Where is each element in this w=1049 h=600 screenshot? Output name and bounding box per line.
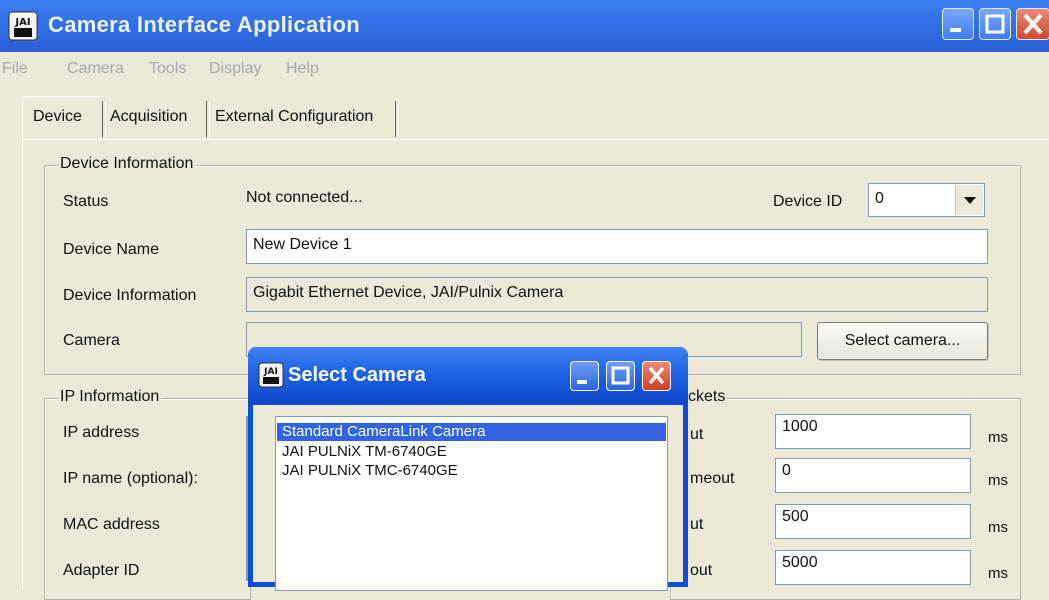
packet-timeout-unit: ms (988, 429, 1008, 446)
timeout-label: meout (690, 470, 735, 487)
command-timeout-unit: ms (988, 565, 1008, 582)
select-camera-dialog-title: Select Camera (288, 364, 426, 386)
menu-file[interactable]: File (2, 60, 28, 78)
heartbeat-timeout-field[interactable]: 500 (775, 504, 971, 539)
command-timeout-label: out (690, 562, 713, 579)
ip-name-label: IP name (optional): (63, 470, 198, 487)
mac-address-label: MAC address (63, 516, 160, 533)
adapter-id-label: Adapter ID (63, 562, 140, 579)
maximize-icon (985, 14, 1005, 34)
dialog-minimize-button[interactable] (570, 361, 599, 391)
window-title: Camera Interface Application (48, 12, 361, 37)
tab-divider (206, 101, 210, 137)
command-timeout-field[interactable]: 5000 (775, 550, 971, 585)
status-label: Status (63, 193, 109, 210)
packet-timeout-field[interactable]: 1000 (775, 414, 971, 449)
app-icon: JAI (258, 362, 284, 388)
menu-display[interactable]: Display (209, 60, 261, 78)
dialog-close-button[interactable] (642, 361, 671, 391)
device-id-dropdown-button[interactable] (955, 185, 983, 215)
close-icon (648, 366, 665, 385)
timeout-field[interactable]: 0 (775, 458, 971, 493)
tab-divider (395, 101, 399, 137)
tab-external-configuration[interactable]: External Configuration (215, 108, 373, 126)
dialog-maximize-button[interactable] (606, 361, 635, 391)
camera-label: Camera (63, 332, 120, 349)
select-camera-button[interactable]: Select camera... (817, 322, 988, 360)
heartbeat-timeout-unit: ms (988, 519, 1008, 536)
maximize-icon (611, 366, 630, 385)
svg-text:JAI: JAI (263, 367, 278, 377)
tab-device-edge (22, 96, 23, 139)
menu-camera[interactable]: Camera (67, 60, 124, 78)
svg-text:JAI: JAI (14, 17, 30, 28)
chevron-down-icon (964, 197, 976, 204)
timeout-unit: ms (988, 472, 1008, 489)
ip-address-label: IP address (63, 424, 140, 441)
ip-information-group-title: IP Information (58, 388, 162, 406)
camera-list-item-standard-cameralink[interactable]: Standard CameraLink Camera (277, 423, 666, 441)
maximize-button[interactable] (979, 8, 1011, 40)
tab-device-top-edge (22, 96, 104, 97)
minimize-icon (577, 380, 587, 384)
heartbeat-timeout-label: ut (690, 516, 704, 533)
menu-help[interactable]: Help (286, 60, 319, 78)
tab-device[interactable]: Device (33, 108, 82, 126)
minimize-icon (950, 28, 961, 32)
device-information-field: Gigabit Ethernet Device, JAI/Pulnix Came… (246, 277, 988, 312)
close-button[interactable] (1016, 8, 1049, 40)
menu-tools[interactable]: Tools (149, 60, 186, 78)
minimize-button[interactable] (942, 8, 974, 40)
close-icon (1023, 13, 1043, 35)
app-icon: JAI (8, 11, 38, 41)
packets-group-title: ckets (686, 388, 728, 406)
device-id-label: Device ID (773, 193, 843, 210)
device-id-value: 0 (875, 190, 884, 207)
tab-panel-border (22, 139, 1049, 140)
device-information-group-title: Device Information (58, 155, 196, 173)
packet-timeout-label: ut (690, 426, 704, 443)
camera-list-item-tm-6740ge[interactable]: JAI PULNiX TM-6740GE (282, 443, 447, 461)
device-information-label: Device Information (63, 287, 197, 304)
camera-list-item-tmc-6740ge[interactable]: JAI PULNiX TMC-6740GE (282, 462, 458, 480)
tab-acquisition[interactable]: Acquisition (110, 108, 187, 126)
device-name-label: Device Name (63, 241, 160, 258)
tab-panel-border (22, 139, 23, 589)
tab-divider (102, 101, 106, 137)
device-name-field[interactable]: New Device 1 (246, 229, 988, 264)
status-value: Not connected... (246, 189, 363, 206)
